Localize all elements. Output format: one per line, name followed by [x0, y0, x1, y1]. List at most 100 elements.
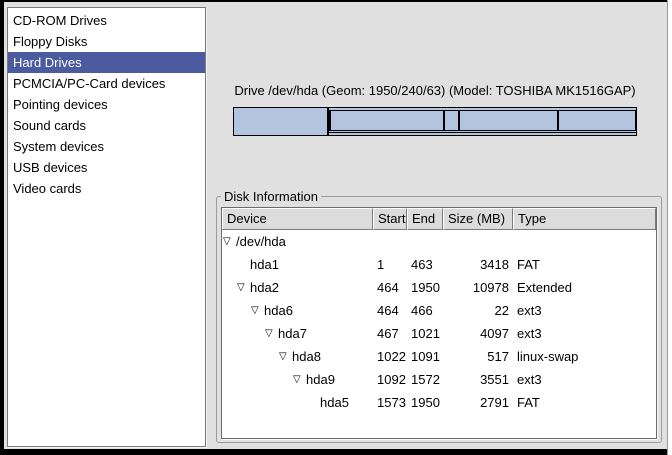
size-cell: 22: [443, 299, 513, 322]
drive-title: Drive /dev/hda (Geom: 1950/240/63) (Mode…: [233, 83, 637, 100]
expander-icon[interactable]: ▽: [278, 345, 292, 368]
sidebar-item-sound-cards[interactable]: Sound cards: [8, 115, 205, 136]
size-cell: 517: [443, 345, 513, 368]
device-label: /dev/hda: [236, 230, 286, 253]
table-row-hda1[interactable]: hda1 14633418FAT: [222, 253, 656, 276]
end-cell: 463: [407, 253, 443, 276]
type-cell: ext3: [513, 299, 656, 322]
size-cell: 3418: [443, 253, 513, 276]
end-cell: [407, 230, 443, 253]
tree-indent: [222, 402, 306, 403]
type-cell: FAT: [513, 391, 656, 414]
device-cell: ▽hda6: [222, 299, 373, 322]
tree-indent: [222, 333, 264, 334]
sidebar-item-cd-rom-drives[interactable]: CD-ROM Drives: [8, 10, 205, 31]
sidebar-item-usb-devices[interactable]: USB devices: [8, 157, 205, 178]
device-cell: ▽hda8: [222, 345, 373, 368]
size-cell: [443, 230, 513, 253]
column-header-size-mb[interactable]: Size (MB): [443, 208, 513, 230]
type-cell: FAT: [513, 253, 656, 276]
partition-segment-hda1: [234, 108, 329, 135]
sidebar-item-video-cards[interactable]: Video cards: [8, 178, 205, 199]
device-cell: ▽/dev/hda: [222, 230, 373, 253]
expander-icon[interactable]: ▽: [236, 276, 250, 299]
window-border-top: [0, 0, 672, 2]
start-cell: 464: [373, 276, 407, 299]
start-cell: 464: [373, 299, 407, 322]
device-label: hda2: [250, 276, 279, 299]
type-cell: Extended: [513, 276, 656, 299]
type-cell: ext3: [513, 368, 656, 391]
expander-icon[interactable]: ▽: [264, 322, 278, 345]
column-header-device[interactable]: Device: [222, 208, 373, 230]
sidebar-item-pointing-devices[interactable]: Pointing devices: [8, 94, 205, 115]
table-row-hda5[interactable]: hda5 157319502791FAT: [222, 391, 656, 414]
partition-segment-hda2: [329, 108, 636, 135]
end-cell: 1021: [407, 322, 443, 345]
partition-segment-hda7: [330, 110, 444, 131]
device-label: hda9: [306, 368, 335, 391]
table-row-hda9[interactable]: ▽hda9109215723551ext3: [222, 368, 656, 391]
disk-table: DeviceStartEndSize (MB)Type ▽/dev/hdahda…: [221, 207, 657, 439]
device-category-list: CD-ROM DrivesFloppy DisksHard DrivesPCMC…: [7, 7, 206, 447]
partition-segment-hda5: [558, 110, 636, 131]
tree-indent: [222, 379, 292, 380]
tree-indent: [222, 287, 236, 288]
sidebar-item-pcmcia-pc-card-devices[interactable]: PCMCIA/PC-Card devices: [8, 73, 205, 94]
table-row-hda7[interactable]: ▽hda746710214097ext3: [222, 322, 656, 345]
start-cell: 1573: [373, 391, 407, 414]
type-cell: [513, 230, 656, 253]
device-label: hda6: [264, 299, 293, 322]
column-header-type[interactable]: Type: [513, 208, 656, 230]
table-row-hda2[interactable]: ▽hda2464195010978Extended: [222, 276, 656, 299]
end-cell: 1950: [407, 391, 443, 414]
device-cell: hda1: [222, 253, 373, 276]
sidebar-item-floppy-disks[interactable]: Floppy Disks: [8, 31, 205, 52]
expander-icon[interactable]: ▽: [250, 299, 264, 322]
start-cell: 1022: [373, 345, 407, 368]
disk-table-body: ▽/dev/hdahda114633418FAT▽hda246419501097…: [222, 230, 656, 414]
tree-indent: [222, 264, 236, 265]
expander-icon[interactable]: ▽: [222, 230, 236, 253]
hardware-browser-window: CD-ROM DrivesFloppy DisksHard DrivesPCMC…: [0, 0, 672, 455]
end-cell: 1091: [407, 345, 443, 368]
tree-indent: [222, 356, 278, 357]
window-border-right: [667, 0, 672, 455]
partition-segment-hda8: [444, 110, 458, 131]
sidebar-item-hard-drives[interactable]: Hard Drives: [8, 52, 205, 73]
size-cell: 2791: [443, 391, 513, 414]
size-cell: 4097: [443, 322, 513, 345]
device-label: hda8: [292, 345, 321, 368]
table-row-hda6[interactable]: ▽hda646446622ext3: [222, 299, 656, 322]
device-label: hda5: [320, 391, 349, 414]
start-cell: [373, 230, 407, 253]
end-cell: 466: [407, 299, 443, 322]
sidebar-item-system-devices[interactable]: System devices: [8, 136, 205, 157]
partition-segment-hda9: [459, 110, 558, 131]
expander-icon[interactable]: ▽: [292, 368, 306, 391]
device-label: hda7: [278, 322, 307, 345]
device-cell: ▽hda9: [222, 368, 373, 391]
partition-bar: [233, 107, 637, 136]
size-cell: 3551: [443, 368, 513, 391]
column-header-end[interactable]: End: [407, 208, 443, 230]
device-cell: hda5: [222, 391, 373, 414]
window-border-bottom: [0, 449, 672, 455]
start-cell: 1092: [373, 368, 407, 391]
end-cell: 1572: [407, 368, 443, 391]
start-cell: 1: [373, 253, 407, 276]
window-border-left: [0, 0, 4, 455]
table-row-hda8[interactable]: ▽hda810221091517linux-swap: [222, 345, 656, 368]
table-row-dev-hda[interactable]: ▽/dev/hda: [222, 230, 656, 253]
disk-information-label: Disk Information: [221, 189, 321, 204]
end-cell: 1950: [407, 276, 443, 299]
start-cell: 467: [373, 322, 407, 345]
size-cell: 10978: [443, 276, 513, 299]
column-header-start[interactable]: Start: [373, 208, 407, 230]
device-cell: ▽hda2: [222, 276, 373, 299]
extended-partition-baseline: [329, 132, 636, 133]
device-cell: ▽hda7: [222, 322, 373, 345]
type-cell: ext3: [513, 322, 656, 345]
disk-table-header: DeviceStartEndSize (MB)Type: [222, 208, 656, 230]
device-label: hda1: [250, 253, 279, 276]
